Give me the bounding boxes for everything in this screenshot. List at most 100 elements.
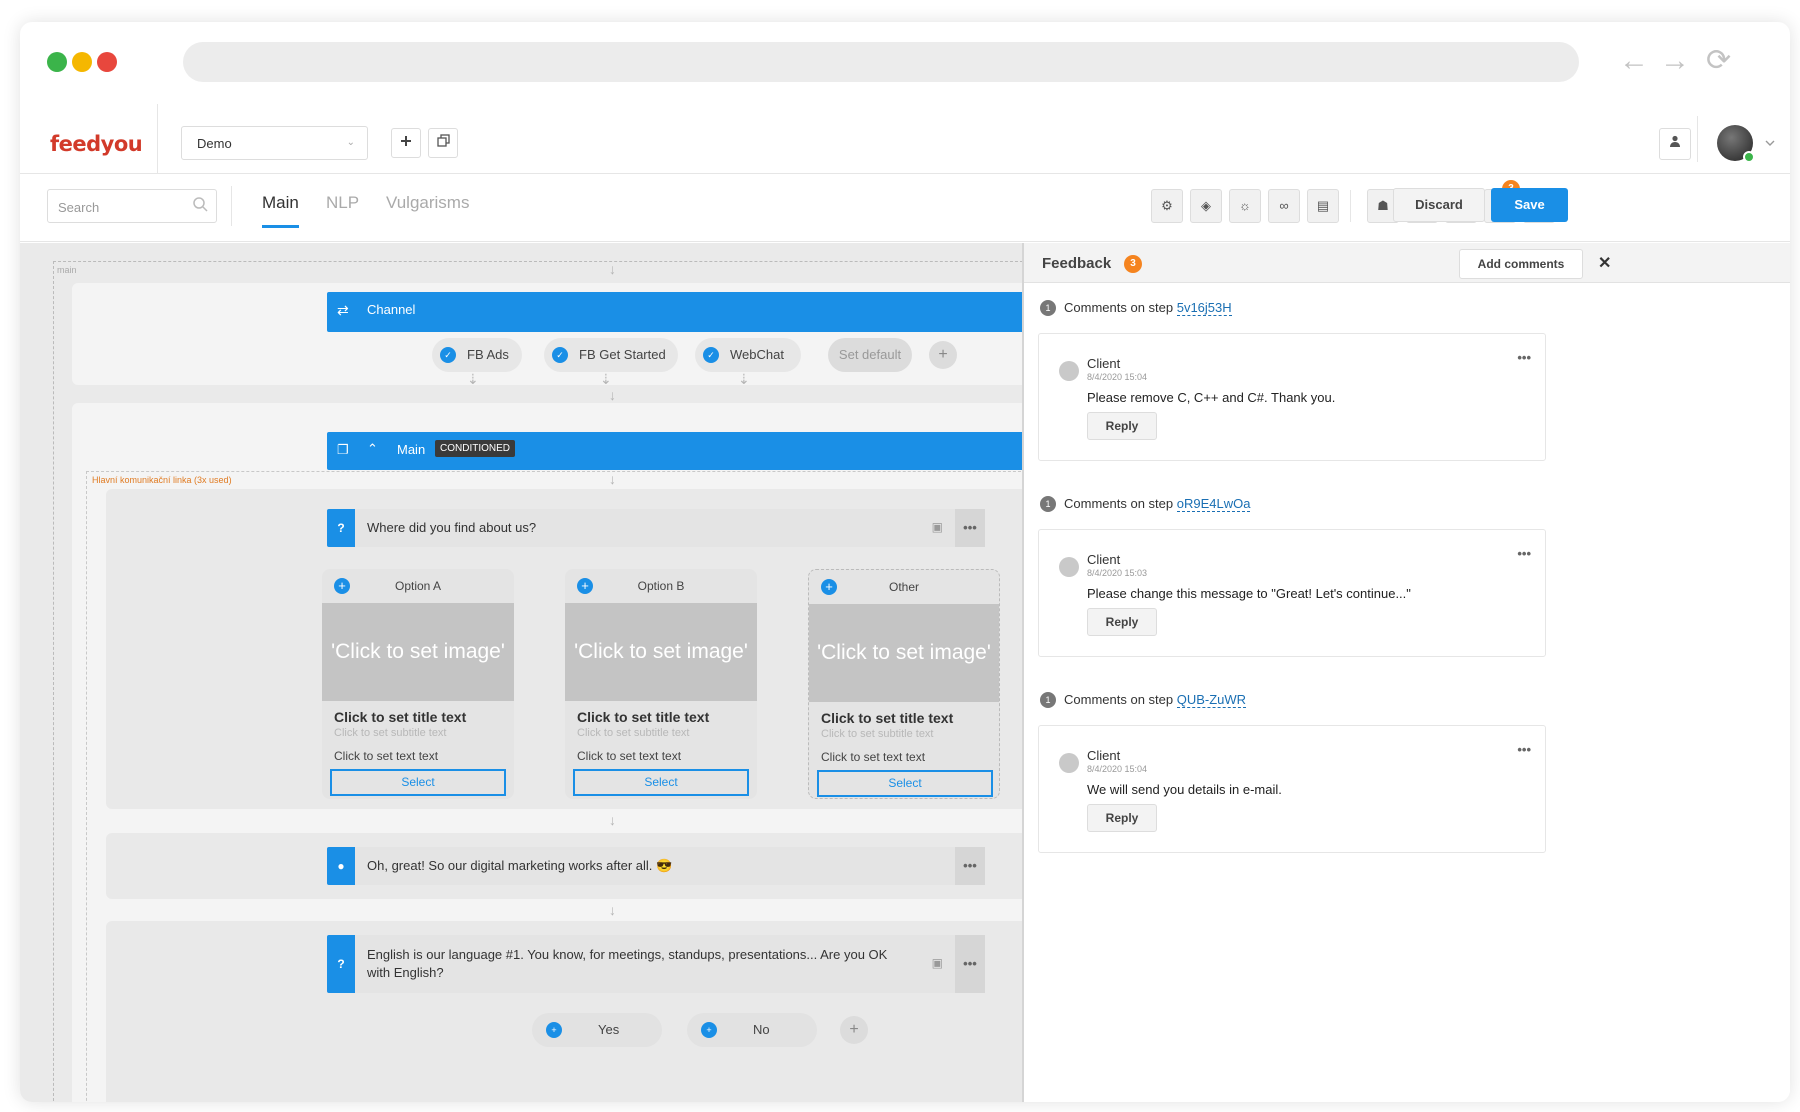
chevron-up-icon[interactable]: ⌃ — [367, 441, 378, 457]
card-image-placeholder[interactable]: 'Click to set image' — [809, 604, 999, 702]
lightbulb-button[interactable]: ☼ — [1229, 189, 1261, 223]
address-bar[interactable] — [183, 42, 1579, 82]
comment-card: Client 8/4/2020 15:04 We will send you d… — [1038, 725, 1546, 853]
card-text[interactable]: Click to set text text — [334, 749, 438, 763]
option-card[interactable]: + Other 'Click to set image' Click to set… — [808, 569, 1000, 799]
card-option-label: Other — [888, 580, 919, 594]
chevron-down-icon[interactable] — [1765, 140, 1775, 147]
answer-label: Yes — [598, 1022, 620, 1037]
window-dot-red[interactable] — [97, 52, 117, 72]
add-bot-button[interactable] — [391, 128, 421, 158]
discard-button[interactable]: Discard — [1393, 188, 1485, 222]
card-select-button[interactable]: Select — [817, 770, 993, 797]
set-default-button[interactable]: Set default — [828, 338, 912, 372]
message-text: Oh, great! So our digital marketing work… — [367, 858, 673, 873]
window-dot-green[interactable] — [47, 52, 67, 72]
refresh-icon[interactable]: ⟳ — [1706, 46, 1731, 76]
close-icon[interactable]: ✕ — [1598, 253, 1611, 273]
step-link[interactable]: QUB-ZuWR — [1176, 692, 1247, 708]
card-text[interactable]: Click to set text text — [821, 750, 925, 764]
more-icon[interactable]: ••• — [955, 509, 985, 547]
cube-button[interactable]: ◈ — [1190, 189, 1222, 223]
copy-bot-button[interactable] — [428, 128, 458, 158]
plus-icon — [401, 136, 411, 146]
card-title[interactable]: Click to set title text — [577, 709, 709, 725]
save-button[interactable]: Save — [1491, 188, 1568, 222]
card-option-label: Option A — [394, 579, 442, 593]
more-icon[interactable]: ••• — [1517, 350, 1531, 365]
main-step-header[interactable]: ❐ ⌃ Main CONDITIONED ••• — [327, 432, 1022, 470]
plus-icon[interactable]: + — [334, 578, 350, 594]
card-subtitle[interactable]: Click to set subtitle text — [334, 727, 447, 739]
bot-select[interactable]: Demo ⌄ — [181, 126, 368, 160]
card-title[interactable]: Click to set title text — [821, 710, 953, 726]
reply-button[interactable]: Reply — [1087, 608, 1157, 636]
plus-icon[interactable]: + — [821, 579, 837, 595]
card-title[interactable]: Click to set title text — [334, 709, 466, 725]
add-channel-button[interactable]: + — [929, 341, 957, 369]
card-select-button[interactable]: Select — [330, 769, 506, 796]
search-input[interactable]: Search — [47, 189, 217, 223]
option-card[interactable]: + Option B 'Click to set image' Click to … — [565, 569, 757, 799]
save-icon[interactable]: ▣ — [932, 520, 943, 534]
comment-group-prefix: Comments on step — [1064, 496, 1177, 511]
plus-icon[interactable]: + — [701, 1022, 717, 1038]
answer-label: No — [753, 1022, 770, 1037]
swap-icon: ⇄ — [337, 302, 349, 318]
feedback-panel: Feedback 3 Add comments ✕ 1 Comments on … — [1022, 243, 1790, 1102]
arrow-down-icon: ↓ — [609, 471, 616, 487]
back-arrow-icon[interactable]: ← — [1619, 46, 1649, 76]
more-icon[interactable]: ••• — [955, 935, 985, 993]
stack-icon: ❐ — [337, 442, 349, 457]
user-icon — [1670, 135, 1680, 147]
question-step[interactable]: ? English is our language #1. You know, … — [327, 935, 985, 993]
reply-button[interactable]: Reply — [1087, 412, 1157, 440]
link-button[interactable]: ∞ — [1268, 189, 1300, 223]
step-link[interactable]: 5v16j53H — [1176, 300, 1232, 316]
add-comments-button[interactable]: Add comments — [1459, 249, 1583, 279]
user-button[interactable] — [1659, 128, 1691, 160]
feedback-title: Feedback — [1042, 255, 1112, 272]
step-link[interactable]: oR9E4LwOa — [1176, 496, 1251, 512]
settings-button[interactable]: ⚙ — [1151, 189, 1183, 223]
add-answer-button[interactable]: + — [840, 1016, 868, 1044]
card-subtitle[interactable]: Click to set subtitle text — [577, 727, 690, 739]
feedyou-logo[interactable]: feedyou — [50, 132, 143, 156]
save-icon[interactable]: ▣ — [932, 956, 943, 970]
more-icon[interactable]: ••• — [1517, 546, 1531, 561]
channel-header[interactable]: ⇄ Channel ••• — [327, 292, 1022, 332]
editor-toolbar: Search Main NLP Vulgarisms ⚙ ◈ ☼ ∞ ▤ ☗ ❐… — [20, 174, 1790, 242]
flow-canvas[interactable]: main ↓ ⇄ Channel ••• ✓ FB Ads ✓ FB Get Sta… — [20, 243, 1022, 1102]
card-header: + Other — [809, 570, 999, 604]
card-text[interactable]: Click to set text text — [577, 749, 681, 763]
tab-vulgarisms[interactable]: Vulgarisms — [386, 193, 469, 213]
conditioned-tag: CONDITIONED — [435, 440, 515, 457]
more-icon[interactable]: ••• — [955, 847, 985, 885]
message-step[interactable]: ● Oh, great! So our digital marketing wo… — [327, 847, 985, 885]
answer-yes[interactable]: + Yes — [532, 1013, 662, 1047]
reply-button[interactable]: Reply — [1087, 804, 1157, 832]
plus-icon[interactable]: + — [577, 578, 593, 594]
card-select-button[interactable]: Select — [573, 769, 749, 796]
tab-main[interactable]: Main — [262, 193, 299, 228]
option-card[interactable]: + Option A 'Click to set image' Click to … — [322, 569, 514, 799]
tab-nlp[interactable]: NLP — [326, 193, 359, 213]
channel-pill-fb-ads[interactable]: ✓ FB Ads — [432, 338, 522, 372]
user-avatar[interactable] — [1717, 125, 1755, 163]
comment-date: 8/4/2020 15:03 — [1087, 568, 1148, 578]
feedback-count-badge: 3 — [1124, 255, 1142, 273]
copy-icon — [436, 134, 450, 147]
document-button[interactable]: ▤ — [1307, 189, 1339, 223]
channel-pill-fb-get-started[interactable]: ✓ FB Get Started — [544, 338, 678, 372]
more-icon[interactable]: ••• — [1517, 742, 1531, 757]
card-image-placeholder[interactable]: 'Click to set image' — [565, 603, 757, 701]
plus-icon[interactable]: + — [546, 1022, 562, 1038]
question-step[interactable]: ? Where did you find about us? ▣ ••• — [327, 509, 985, 547]
channel-pill-webchat[interactable]: ✓ WebChat — [695, 338, 801, 372]
forward-arrow-icon[interactable]: → — [1660, 46, 1690, 76]
card-image-placeholder[interactable]: 'Click to set image' — [322, 603, 514, 701]
check-icon: ✓ — [552, 347, 568, 363]
card-subtitle[interactable]: Click to set subtitle text — [821, 728, 934, 740]
window-dot-yellow[interactable] — [72, 52, 92, 72]
answer-no[interactable]: + No — [687, 1013, 817, 1047]
